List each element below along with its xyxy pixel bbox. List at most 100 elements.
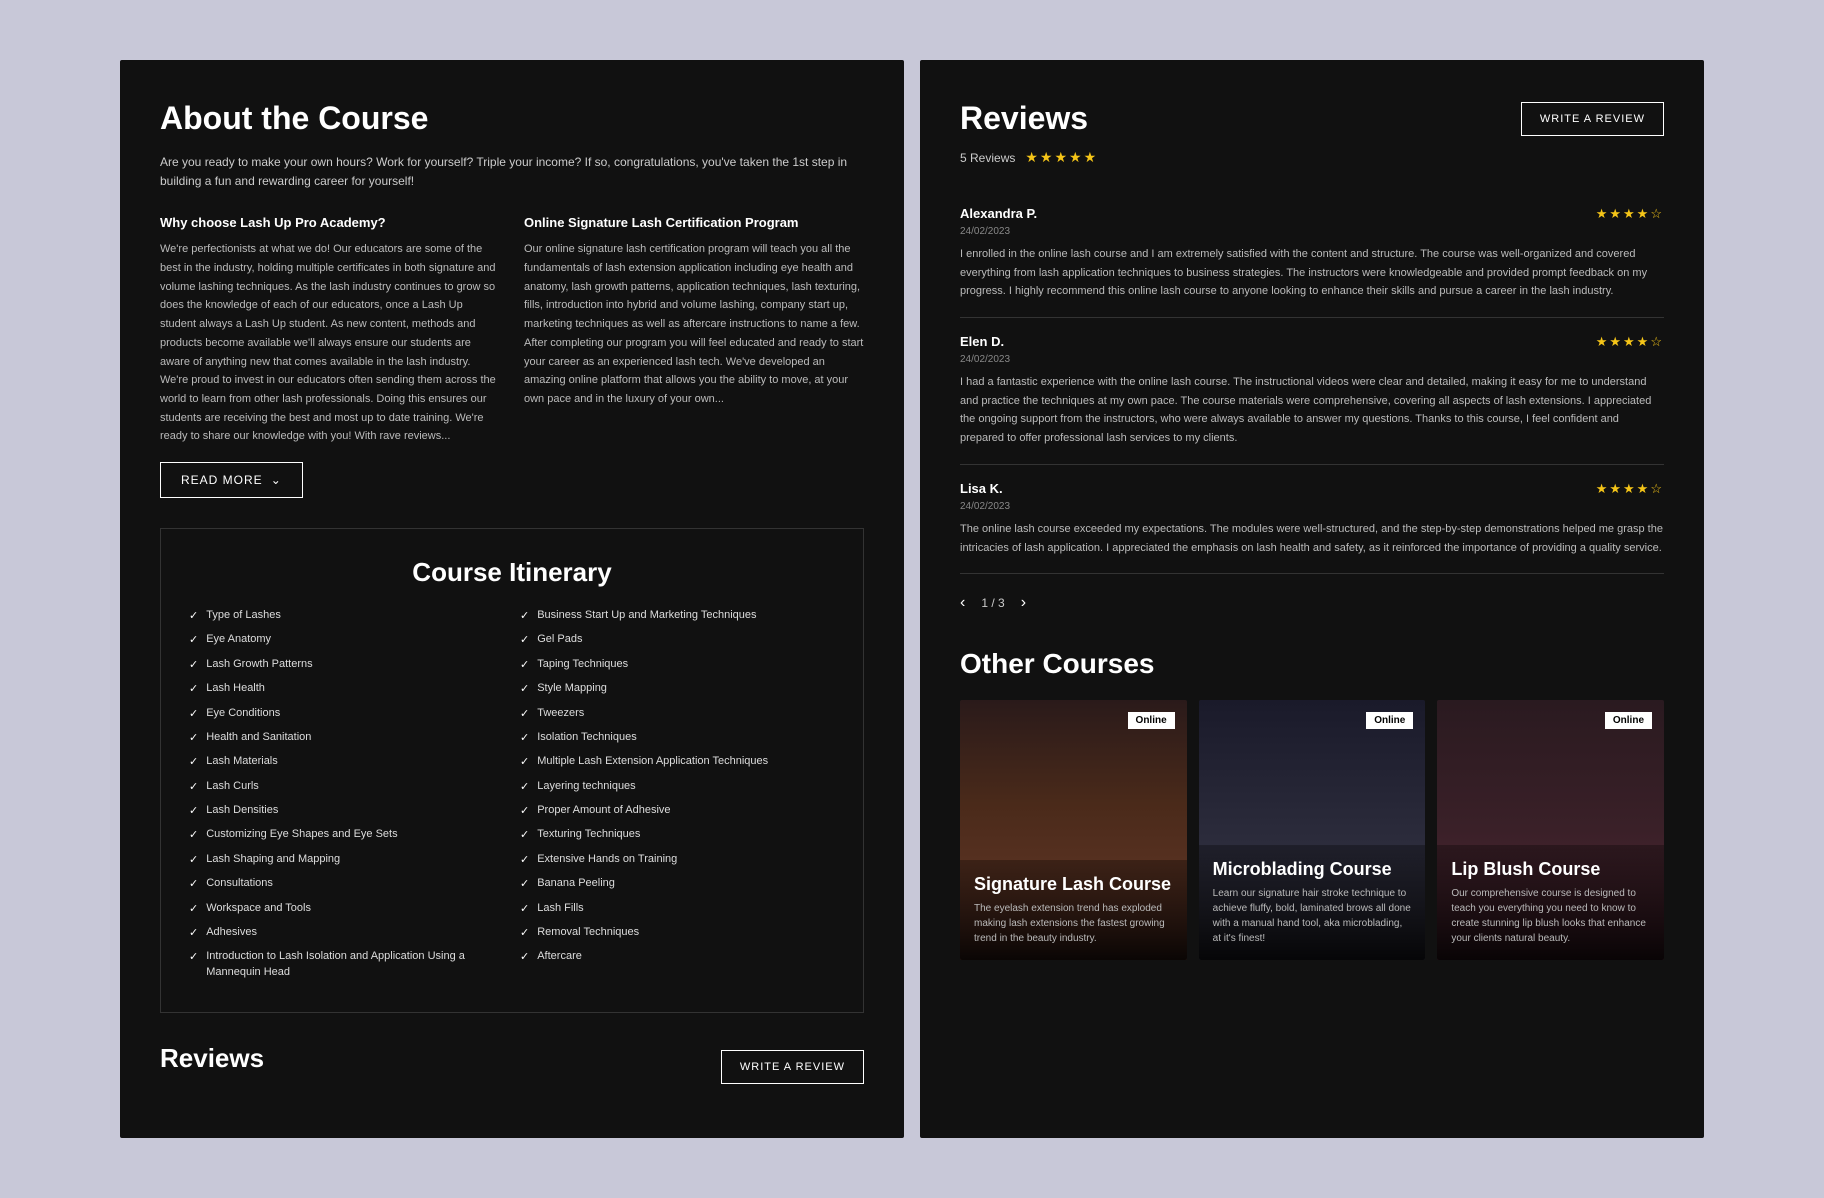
itinerary-item: ✓Proper Amount of Adhesive: [520, 803, 835, 819]
itinerary-item: ✓Consultations: [189, 876, 504, 892]
itinerary-item: ✓Eye Anatomy: [189, 632, 504, 648]
check-icon: ✓: [189, 609, 198, 624]
pagination-info: 1 / 3: [981, 596, 1004, 610]
course-card[interactable]: Online Microblading Course Learn our sig…: [1199, 700, 1426, 960]
about-title: About the Course: [160, 100, 864, 137]
pagination: ‹ 1 / 3 ›: [960, 594, 1664, 612]
write-review-button-bottom[interactable]: WRITE A REVIEW: [721, 1050, 864, 1084]
itinerary-col-left: ✓Type of Lashes✓Eye Anatomy✓Lash Growth …: [189, 608, 504, 988]
check-icon: ✓: [520, 755, 529, 770]
review-text: I had a fantastic experience with the on…: [960, 373, 1664, 448]
check-icon: ✓: [520, 877, 529, 892]
reviews-stars-summary: ★★★★★: [1025, 149, 1098, 166]
itinerary-item: ✓Multiple Lash Extension Application Tec…: [520, 754, 835, 770]
online-body: Our online signature lash certification …: [524, 240, 864, 408]
review-item: Lisa K. ★★★★☆ 24/02/2023 The online lash…: [960, 465, 1664, 574]
check-icon: ✓: [189, 853, 198, 868]
read-more-label: READ MORE: [181, 473, 263, 487]
check-icon: ✓: [189, 804, 198, 819]
itinerary-item: ✓Gel Pads: [520, 632, 835, 648]
itinerary-item: ✓Removal Techniques: [520, 925, 835, 941]
check-icon: ✓: [520, 950, 529, 965]
check-icon: ✓: [520, 682, 529, 697]
itinerary-item: ✓Banana Peeling: [520, 876, 835, 892]
itinerary-item: ✓Isolation Techniques: [520, 730, 835, 746]
check-icon: ✓: [189, 926, 198, 941]
course-card-desc: The eyelash extension trend has exploded…: [974, 901, 1173, 946]
review-header: Elen D. ★★★★☆: [960, 334, 1664, 350]
itinerary-item: ✓Introduction to Lash Isolation and Appl…: [189, 949, 504, 980]
check-icon: ✓: [189, 658, 198, 673]
check-icon: ✓: [520, 658, 529, 673]
check-icon: ✓: [520, 707, 529, 722]
check-icon: ✓: [520, 633, 529, 648]
write-review-label: WRITE A REVIEW: [1540, 113, 1645, 125]
reviews-list: Alexandra P. ★★★★☆ 24/02/2023 I enrolled…: [960, 190, 1664, 574]
pagination-prev-arrow[interactable]: ‹: [960, 594, 965, 612]
online-badge: Online: [1366, 712, 1413, 729]
review-stars: ★★★★☆: [1596, 481, 1664, 497]
course-card[interactable]: Online Lip Blush Course Our comprehensiv…: [1437, 700, 1664, 960]
course-card-desc: Our comprehensive course is designed to …: [1451, 886, 1650, 946]
reviewer-name: Lisa K.: [960, 481, 1003, 496]
itinerary-item: ✓Lash Materials: [189, 754, 504, 770]
review-date: 24/02/2023: [960, 226, 1664, 237]
itinerary-item: ✓Lash Curls: [189, 779, 504, 795]
check-icon: ✓: [189, 902, 198, 917]
review-text: The online lash course exceeded my expec…: [960, 520, 1664, 557]
itinerary-item: ✓Lash Fills: [520, 901, 835, 917]
itinerary-item: ✓Eye Conditions: [189, 706, 504, 722]
check-icon: ✓: [520, 828, 529, 843]
itinerary-item: ✓Lash Growth Patterns: [189, 657, 504, 673]
itinerary-item: ✓Adhesives: [189, 925, 504, 941]
about-two-col: Why choose Lash Up Pro Academy? We're pe…: [160, 215, 864, 446]
review-header: Alexandra P. ★★★★☆: [960, 206, 1664, 222]
review-header: Lisa K. ★★★★☆: [960, 481, 1664, 497]
pagination-next-arrow[interactable]: ›: [1021, 594, 1026, 612]
check-icon: ✓: [520, 853, 529, 868]
course-card-name: Microblading Course: [1213, 859, 1412, 881]
read-more-button[interactable]: READ MORE ⌄: [160, 462, 303, 498]
check-icon: ✓: [189, 780, 198, 795]
check-icon: ✓: [189, 950, 198, 965]
itinerary-item: ✓Tweezers: [520, 706, 835, 722]
online-badge: Online: [1128, 712, 1175, 729]
about-intro: Are you ready to make your own hours? Wo…: [160, 153, 864, 191]
chevron-down-icon: ⌄: [271, 473, 282, 487]
itinerary-title: Course Itinerary: [189, 557, 835, 588]
course-card-name: Signature Lash Course: [974, 874, 1173, 896]
why-col: Why choose Lash Up Pro Academy? We're pe…: [160, 215, 500, 446]
course-card-info: Signature Lash Course The eyelash extens…: [960, 860, 1187, 961]
itinerary-item: ✓Business Start Up and Marketing Techniq…: [520, 608, 835, 624]
why-body: We're perfectionists at what we do! Our …: [160, 240, 500, 446]
course-card-name: Lip Blush Course: [1451, 859, 1650, 881]
itinerary-item: ✓Lash Health: [189, 681, 504, 697]
online-badge: Online: [1605, 712, 1652, 729]
itinerary-columns: ✓Type of Lashes✓Eye Anatomy✓Lash Growth …: [189, 608, 835, 988]
check-icon: ✓: [189, 633, 198, 648]
course-card[interactable]: Online Signature Lash Course The eyelash…: [960, 700, 1187, 960]
courses-grid: Online Signature Lash Course The eyelash…: [960, 700, 1664, 960]
check-icon: ✓: [520, 780, 529, 795]
why-heading: Why choose Lash Up Pro Academy?: [160, 215, 500, 230]
left-panel: About the Course Are you ready to make y…: [120, 60, 904, 1138]
review-stars: ★★★★☆: [1596, 206, 1664, 222]
check-icon: ✓: [520, 609, 529, 624]
review-text: I enrolled in the online lash course and…: [960, 245, 1664, 301]
right-panel: Reviews WRITE A REVIEW 5 Reviews ★★★★★ A…: [920, 60, 1704, 1138]
write-review-button[interactable]: WRITE A REVIEW: [1521, 102, 1664, 136]
other-courses-title: Other Courses: [960, 648, 1664, 680]
check-icon: ✓: [189, 682, 198, 697]
itinerary-item: ✓Layering techniques: [520, 779, 835, 795]
course-card-desc: Learn our signature hair stroke techniqu…: [1213, 886, 1412, 946]
check-icon: ✓: [189, 707, 198, 722]
itinerary-col-right: ✓Business Start Up and Marketing Techniq…: [520, 608, 835, 988]
itinerary-item: ✓Aftercare: [520, 949, 835, 965]
check-icon: ✓: [189, 877, 198, 892]
reviews-summary: 5 Reviews ★★★★★: [960, 149, 1664, 166]
check-icon: ✓: [520, 902, 529, 917]
check-icon: ✓: [189, 828, 198, 843]
check-icon: ✓: [189, 731, 198, 746]
check-icon: ✓: [520, 804, 529, 819]
reviews-header: Reviews WRITE A REVIEW: [960, 100, 1664, 137]
